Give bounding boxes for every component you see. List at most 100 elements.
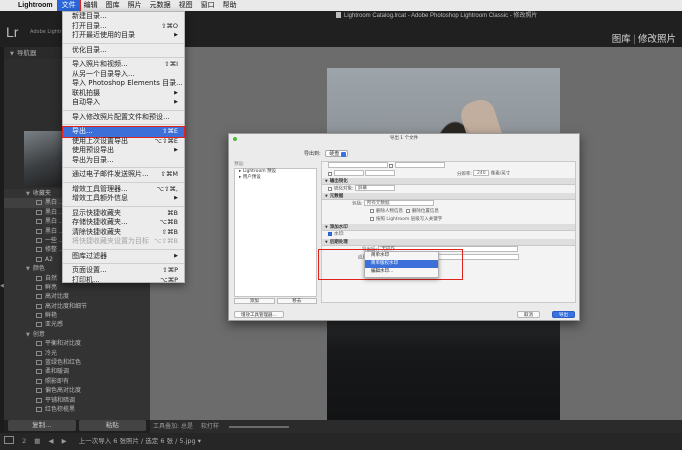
filmstrip-status[interactable]: 上一次导入 6 张照片 / 选定 6 张 / 5.jpg [79, 437, 196, 445]
preset-item[interactable]: 亚光感 [4, 320, 150, 329]
left-panel-buttons: 复制... 粘贴 [4, 420, 150, 433]
preset-label: 收藏夹 [32, 190, 51, 197]
preset-item[interactable]: 平衡和对比度 [4, 339, 150, 348]
export-to-select[interactable]: 硬盘 [325, 150, 349, 157]
plugin-manager-button[interactable]: 增效工具管理器... [234, 311, 284, 318]
menu-item[interactable]: 通过电子邮件发送照片... ⇧⌘M [63, 170, 184, 180]
watermark-option-simple-copyright[interactable]: 简单版权水印 [365, 260, 438, 268]
format-field[interactable] [328, 162, 388, 168]
remove-location-checkbox[interactable] [405, 209, 410, 213]
menu-item[interactable]: 优化目录... [63, 46, 184, 56]
menu-item[interactable]: 打印机... ⌥⌘P [63, 276, 184, 286]
forward-icon[interactable]: ▶ [62, 437, 67, 445]
format-field-2[interactable] [395, 162, 446, 168]
menu-item[interactable]: 增效工具额外信息 ▶ [63, 194, 184, 204]
paste-settings-button[interactable]: 粘贴 [78, 420, 146, 431]
filmstrip-dropdown-icon[interactable]: ▾ [198, 437, 201, 445]
menu-window[interactable]: 窗口 [197, 0, 219, 11]
remove-person-checkbox[interactable] [370, 209, 374, 213]
page-2-button[interactable]: 2 [22, 437, 26, 445]
menu-item[interactable]: 导出为目录... [63, 156, 184, 166]
menu-item[interactable]: 导入照片和视频... ⇧⌘I [63, 60, 184, 70]
menu-metadata[interactable]: 元数据 [146, 0, 175, 11]
submenu-arrow-icon: ▶ [174, 99, 178, 105]
menu-item[interactable]: 使用预设导出 ▶ [63, 146, 184, 156]
watermark-checkbox[interactable] [328, 232, 332, 236]
sharpen-for-select[interactable]: 屏幕 [354, 185, 395, 191]
menu-item[interactable]: 新建目录... [63, 12, 184, 22]
page-1-button[interactable] [4, 436, 14, 444]
section-metadata[interactable]: ▼ 元数据 [322, 193, 575, 200]
module-library[interactable]: 图库 [612, 34, 631, 45]
menu-item[interactable]: 显示快捷收藏夹 ⌘B [63, 209, 184, 219]
menu-library[interactable]: 图库 [102, 0, 124, 11]
sharpen-checkbox[interactable] [328, 186, 332, 191]
preset-item[interactable]: 偏色高对比度 [4, 386, 150, 395]
menu-item[interactable]: 存储快捷收藏夹... ⌥⌘B [63, 218, 184, 228]
menu-item-label: 清除快捷收藏夹 [72, 227, 121, 236]
resolution-unit[interactable]: 像素/英寸 [491, 172, 511, 177]
preset-icon [36, 360, 42, 366]
menu-item[interactable]: 使用上次设置导出 ⌥⇧⌘E [63, 137, 184, 147]
size-field-h[interactable] [365, 170, 396, 176]
preset-item[interactable]: 红色棕榄黑 [4, 405, 150, 414]
preset-item[interactable]: 冷光 [4, 349, 150, 358]
menu-view[interactable]: 视图 [175, 0, 197, 11]
menu-item[interactable]: 打开目录... ⇧⌘O [63, 22, 184, 32]
menu-item[interactable]: 清除快捷收藏夹 ⇧⌘B [63, 228, 184, 238]
preset-item[interactable]: 照影即有 [4, 377, 150, 386]
add-preset-button[interactable]: 添加 [234, 298, 275, 304]
resolution-input[interactable]: 240 [473, 170, 490, 176]
copy-settings-button[interactable]: 复制... [8, 420, 76, 431]
preset-item[interactable]: 高对比度和细节 [4, 302, 150, 311]
menu-item-label: 导出... [72, 127, 93, 135]
back-icon[interactable]: ◀ [49, 437, 54, 445]
format-checkbox[interactable] [389, 163, 394, 168]
section-post-processing[interactable]: ▼ 后期处理 [322, 239, 575, 246]
menu-help[interactable]: 帮助 [219, 0, 241, 11]
menu-item[interactable]: 从另一个目录导入... [63, 70, 184, 80]
preset-item[interactable]: 平铺和暗调 [4, 396, 150, 405]
export-button[interactable]: 导出 [552, 311, 575, 318]
include-select[interactable]: 所有元数据 [363, 200, 434, 206]
menu-edit[interactable]: 编辑 [80, 0, 102, 11]
tool-overlay-select[interactable]: 总是 [181, 423, 193, 430]
preset-label: 高对比度和细节 [45, 302, 88, 310]
section-watermark[interactable]: ▼ 添加水印 [322, 224, 575, 231]
cancel-button[interactable]: 取消 [517, 311, 540, 318]
size-field-w[interactable] [334, 170, 364, 176]
preset-item[interactable]: 高对比度 [4, 292, 150, 301]
watermark-option-edit[interactable]: 编辑水印... [365, 268, 438, 276]
grid-icon[interactable]: ▦ [34, 437, 40, 445]
window-button-icon[interactable] [233, 137, 237, 141]
menu-item[interactable]: 页面设置... ⇧⌘P [63, 266, 184, 276]
preset-folder[interactable]: ▼ 创意 [4, 330, 150, 339]
watermark-option-simple[interactable]: 简单水印 [365, 252, 438, 260]
preset-folder-user[interactable]: ▸ 用户预设 [235, 175, 316, 181]
section-output-sharpening[interactable]: ▼ 输出锐化 [322, 178, 575, 185]
menu-item[interactable]: 导入 Photoshop Elements 目录... [63, 79, 184, 89]
preset-icon [36, 406, 42, 412]
preset-item[interactable]: 柔和暖调 [4, 367, 150, 376]
menu-item[interactable]: 导入修改照片配置文件和预设... [63, 113, 184, 123]
menu-file[interactable]: 文件 [56, 0, 81, 12]
remove-preset-button[interactable]: 移去 [276, 298, 317, 304]
menu-photo[interactable]: 照片 [124, 0, 146, 11]
menu-item[interactable]: 图库过滤器 ▶ [63, 252, 184, 262]
zoom-slider[interactable] [228, 425, 289, 428]
preset-item[interactable]: 鲜艳 [4, 311, 150, 320]
preset-item[interactable]: 蓝绿色和红色 [4, 358, 150, 367]
menu-item[interactable]: 打开最近使用的目录 ▶ [63, 31, 184, 41]
menu-item[interactable]: 联机拍摄 ▶ [63, 89, 184, 99]
write-keywords-label: 按照 Lightroom 层级写入关键字 [376, 217, 443, 222]
soft-proofing-label[interactable]: 软打样 [201, 423, 219, 430]
resize-checkbox[interactable] [328, 171, 332, 176]
module-develop[interactable]: 修改照片 [638, 34, 676, 45]
menu-shortcut: ⌥⌘B [159, 218, 178, 226]
menu-item[interactable]: 自动导入 ▶ [63, 98, 184, 108]
menu-item[interactable]: 增效工具管理器... ⌥⇧⌘, [63, 185, 184, 195]
keywords-row: 按照 Lightroom 层级写入关键字 [322, 216, 575, 224]
menu-item-export[interactable]: 导出... ⇧⌘E [62, 126, 185, 138]
menu-lightroom[interactable]: Lightroom [14, 0, 58, 11]
write-keywords-checkbox[interactable] [370, 217, 374, 221]
